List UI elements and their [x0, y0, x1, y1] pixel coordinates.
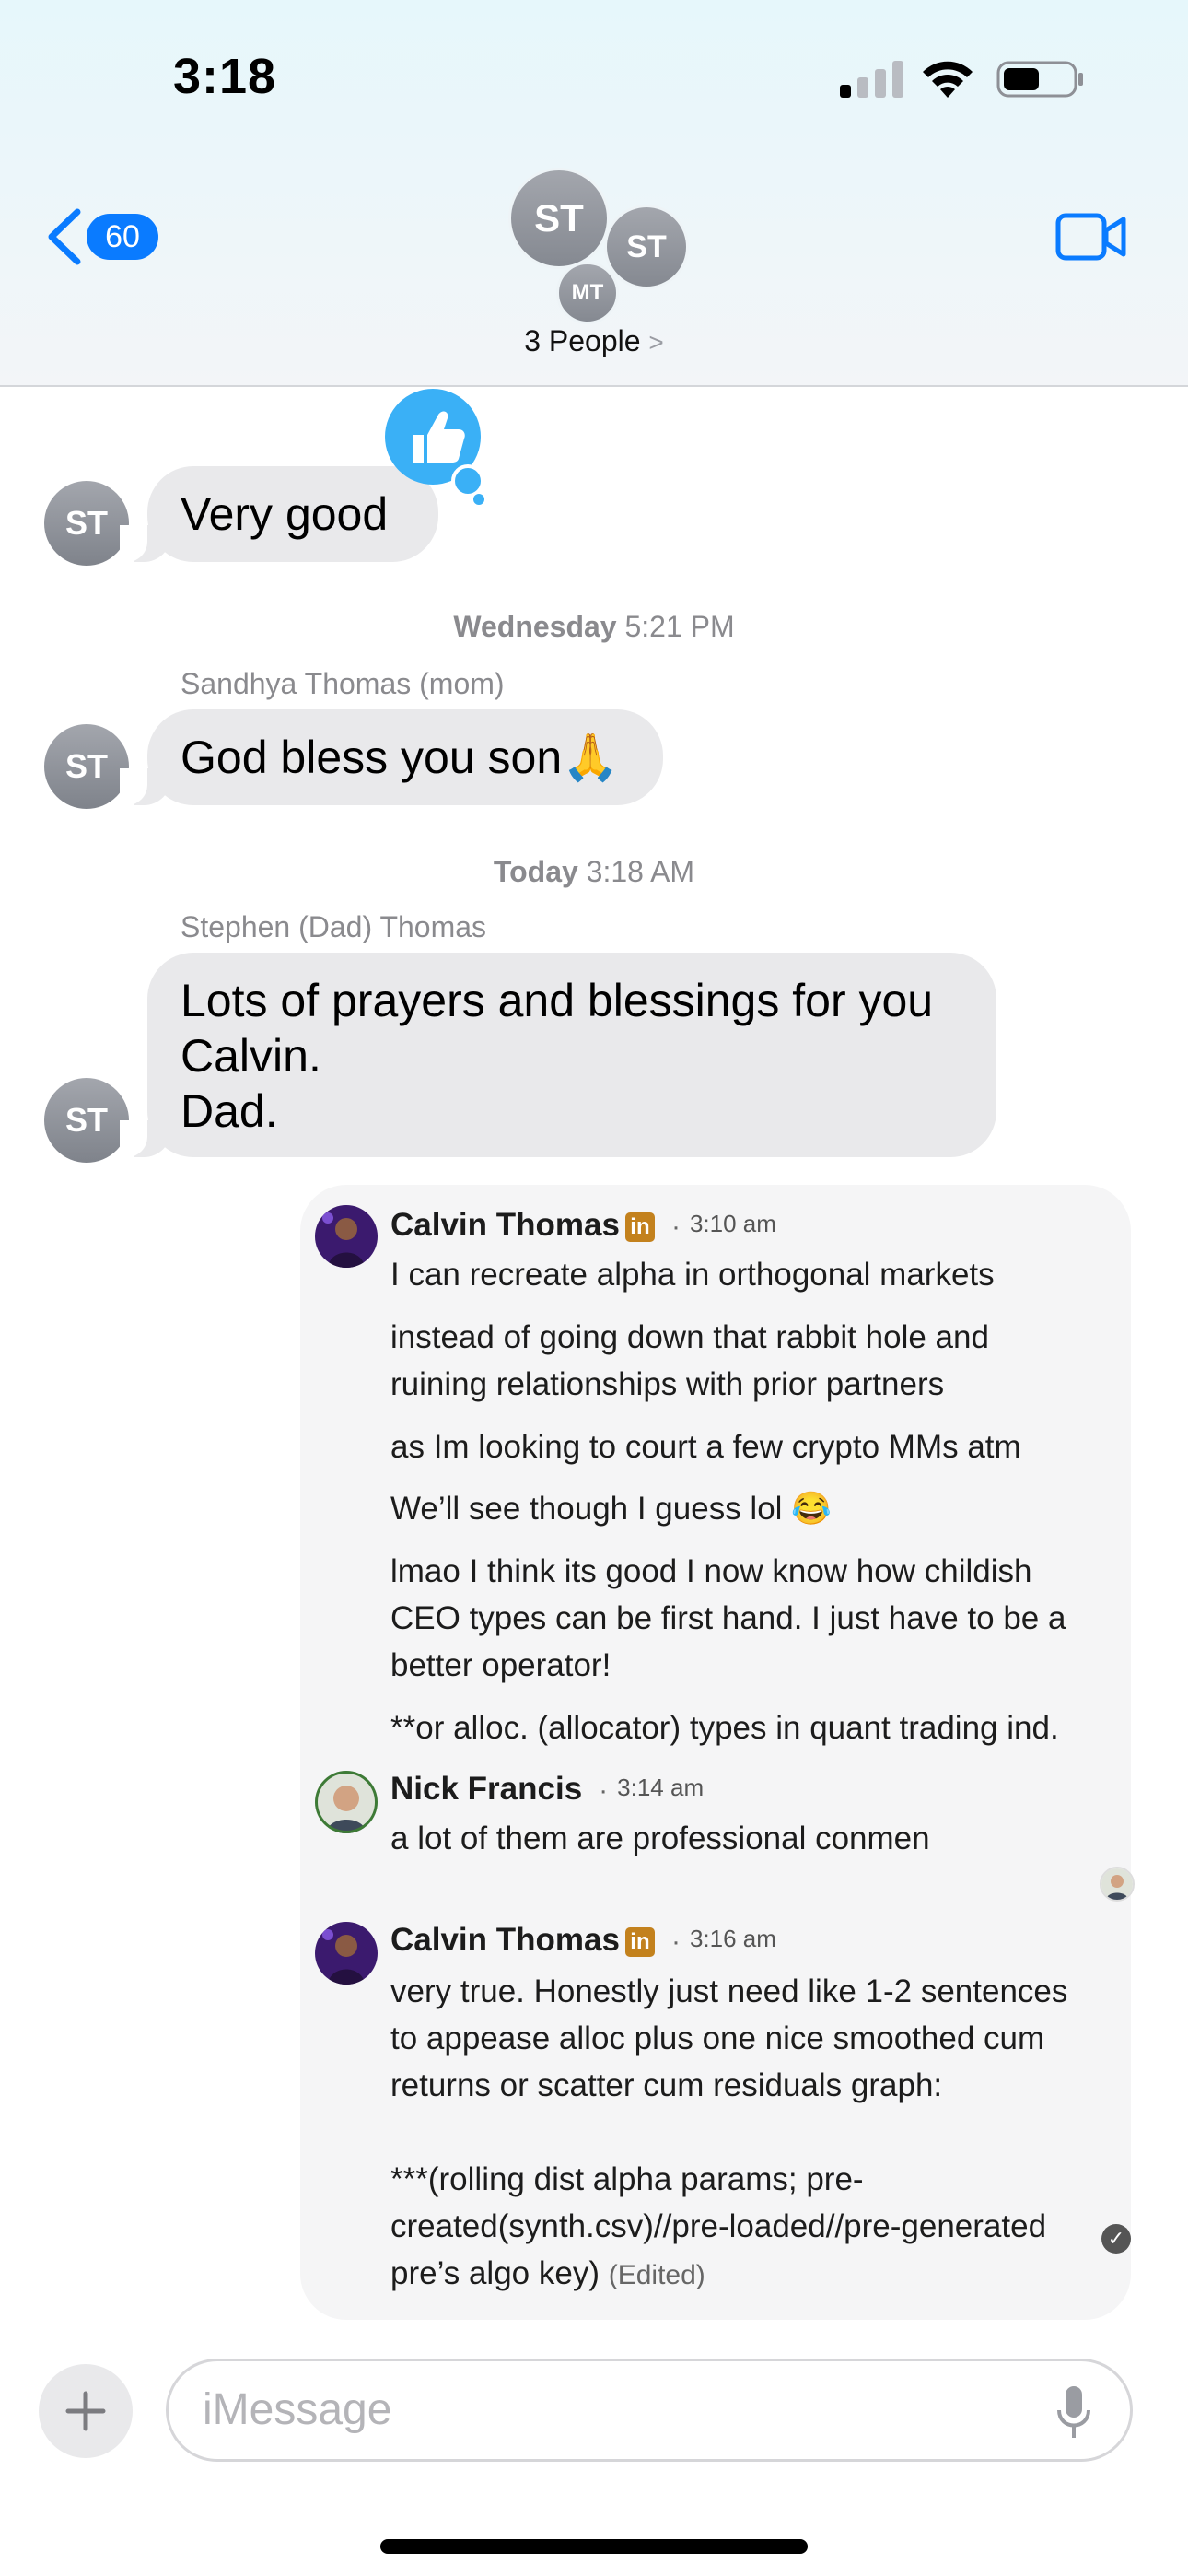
message-text: God bless you son🙏	[181, 732, 620, 783]
sender-name: Stephen (Dad) Thomas	[181, 910, 487, 943]
post-header: Calvin Thomas in · 3:16 am	[390, 1922, 776, 1959]
group-avatar-1[interactable]: ST	[508, 168, 610, 269]
post-line: I can recreate alpha in orthogonal marke…	[390, 1257, 995, 1293]
separator-dot: ·	[599, 1775, 609, 1806]
timestamp: Today 3:18 AM	[0, 855, 1188, 889]
post-time: 3:16 am	[689, 1925, 776, 1952]
author-name: Calvin Thomas	[390, 1922, 620, 1958]
group-avatar-3[interactable]: MT	[556, 262, 619, 324]
avatar[interactable]: ST	[44, 1078, 129, 1163]
linkedin-icon: in	[624, 1927, 655, 1957]
timestamp-day: Wednesday	[453, 610, 617, 643]
edited-label: (Edited)	[608, 2260, 705, 2290]
message-bubble[interactable]: God bless you son🙏	[120, 709, 663, 805]
avatar[interactable]: ST	[44, 724, 129, 809]
message-text: Lots of prayers and blessings for you Ca…	[181, 975, 934, 1137]
sender-name: Sandhya Thomas (mom)	[181, 667, 505, 700]
post-line: as Im looking to court a few crypto MMs …	[390, 1429, 1021, 1465]
avatar[interactable]: ST	[44, 481, 129, 566]
separator-dot: ·	[670, 1926, 681, 1957]
nick-avatar	[315, 1771, 378, 1833]
timestamp-time: 3:18 AM	[586, 855, 695, 888]
group-details-button[interactable]: 3 People >	[460, 324, 728, 358]
post-line: We’ll see though I guess lol 😂	[390, 1491, 832, 1527]
calvin-avatar	[315, 1205, 378, 1268]
post-line: lmao I think its good I now know how chi…	[390, 1553, 1066, 1683]
home-indicator[interactable]	[380, 2539, 808, 2554]
timestamp-day: Today	[493, 855, 578, 888]
chevron-right-icon: >	[648, 328, 664, 357]
apps-plus-button[interactable]	[39, 2364, 133, 2458]
post-header: Nick Francis · 3:14 am	[390, 1771, 704, 1808]
microphone-icon[interactable]	[1055, 2384, 1092, 2440]
tapback-tail	[451, 464, 484, 498]
people-count-label: 3 People	[524, 324, 641, 357]
timestamp: Wednesday 5:21 PM	[0, 610, 1188, 644]
author-name: Calvin Thomas	[390, 1207, 620, 1243]
input-placeholder: iMessage	[203, 2385, 392, 2434]
wifi-icon	[923, 61, 973, 98]
plus-icon	[65, 2391, 106, 2431]
tapback-tail-dot	[473, 494, 484, 505]
facetime-video-icon[interactable]	[1055, 210, 1127, 263]
post-line: a lot of them are professional conmen	[390, 1821, 930, 1856]
post-header: Calvin Thomas in · 3:10 am	[390, 1207, 776, 1244]
post-time: 3:14 am	[617, 1774, 705, 1801]
unread-count-badge[interactable]: 60	[87, 214, 158, 260]
timestamp-time: 5:21 PM	[624, 610, 735, 643]
group-avatar-2[interactable]: ST	[604, 205, 689, 289]
post-line: **or alloc. (allocator) types in quant t…	[390, 1710, 1059, 1746]
calvin-avatar	[315, 1922, 378, 1985]
post-line: very true. Honestly just need like 1-2 s…	[390, 1973, 1068, 2291]
post-line: instead of going down that rabbit hole a…	[390, 1319, 989, 1402]
read-receipt-avatar-icon	[1100, 1867, 1135, 1902]
linkedin-icon: in	[624, 1212, 655, 1242]
post-body: very true. Honestly just need like 1-2 s…	[390, 1968, 1109, 2299]
author-name: Nick Francis	[390, 1771, 583, 1807]
battery-icon	[996, 61, 1083, 98]
separator-dot: ·	[670, 1212, 681, 1242]
cellular-signal-icon	[840, 61, 903, 98]
post-time: 3:10 am	[689, 1210, 776, 1237]
message-bubble[interactable]: Lots of prayers and blessings for you Ca…	[120, 953, 996, 1157]
sent-check-icon: ✓	[1101, 2224, 1131, 2254]
status-time: 3:18	[173, 49, 277, 104]
message-text: Very good	[181, 488, 389, 540]
